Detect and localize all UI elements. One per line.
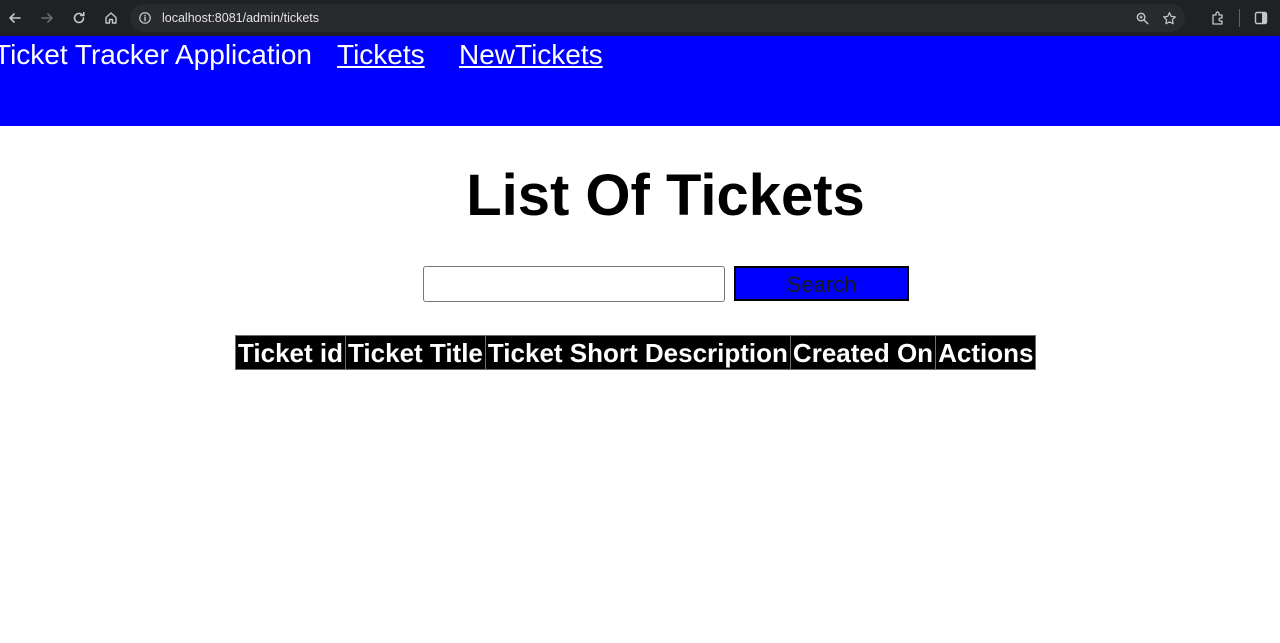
site-info-icon[interactable]: [137, 10, 153, 26]
reload-button[interactable]: [66, 5, 92, 31]
home-button[interactable]: [98, 5, 124, 31]
address-bar[interactable]: localhost:8081/admin/tickets: [130, 4, 1185, 32]
zoom-icon[interactable]: [1135, 11, 1150, 26]
extensions-button[interactable]: [1203, 3, 1233, 33]
bookmark-star-icon[interactable]: [1162, 11, 1177, 26]
column-header-ticket-id: Ticket id: [234, 335, 347, 370]
url-text: localhost:8081/admin/tickets: [162, 11, 320, 25]
arrow-right-icon: [41, 13, 53, 23]
nav-link-tickets[interactable]: Tickets: [337, 39, 425, 71]
app-brand: Ticket Tracker Application: [0, 39, 312, 70]
toolbar-divider: [1239, 9, 1240, 27]
page-title: List Of Tickets: [466, 163, 865, 228]
tickets-table: Ticket id Ticket Title Ticket Short Desc…: [234, 335, 1037, 370]
side-panel-button[interactable]: [1246, 3, 1276, 33]
side-panel-icon: [1254, 11, 1268, 25]
back-button[interactable]: [2, 5, 28, 31]
nav-link-new-tickets[interactable]: NewTickets: [459, 39, 603, 71]
table-header-row: Ticket id Ticket Title Ticket Short Desc…: [234, 335, 1037, 370]
browser-toolbar: localhost:8081/admin/tickets: [0, 0, 1280, 36]
column-header-actions: Actions: [935, 335, 1037, 370]
home-icon: [105, 12, 117, 24]
puzzle-icon: [1212, 11, 1223, 25]
forward-button[interactable]: [34, 5, 60, 31]
reload-icon: [73, 11, 85, 24]
column-header-created-on: Created On: [789, 335, 937, 370]
search-input[interactable]: [423, 266, 725, 302]
app-header: Ticket Tracker Application Tickets NewTi…: [0, 36, 1280, 126]
column-header-short-description: Ticket Short Description: [484, 335, 791, 370]
column-header-ticket-title: Ticket Title: [345, 335, 486, 370]
search-button[interactable]: Search: [734, 266, 909, 301]
arrow-left-icon: [9, 13, 21, 23]
